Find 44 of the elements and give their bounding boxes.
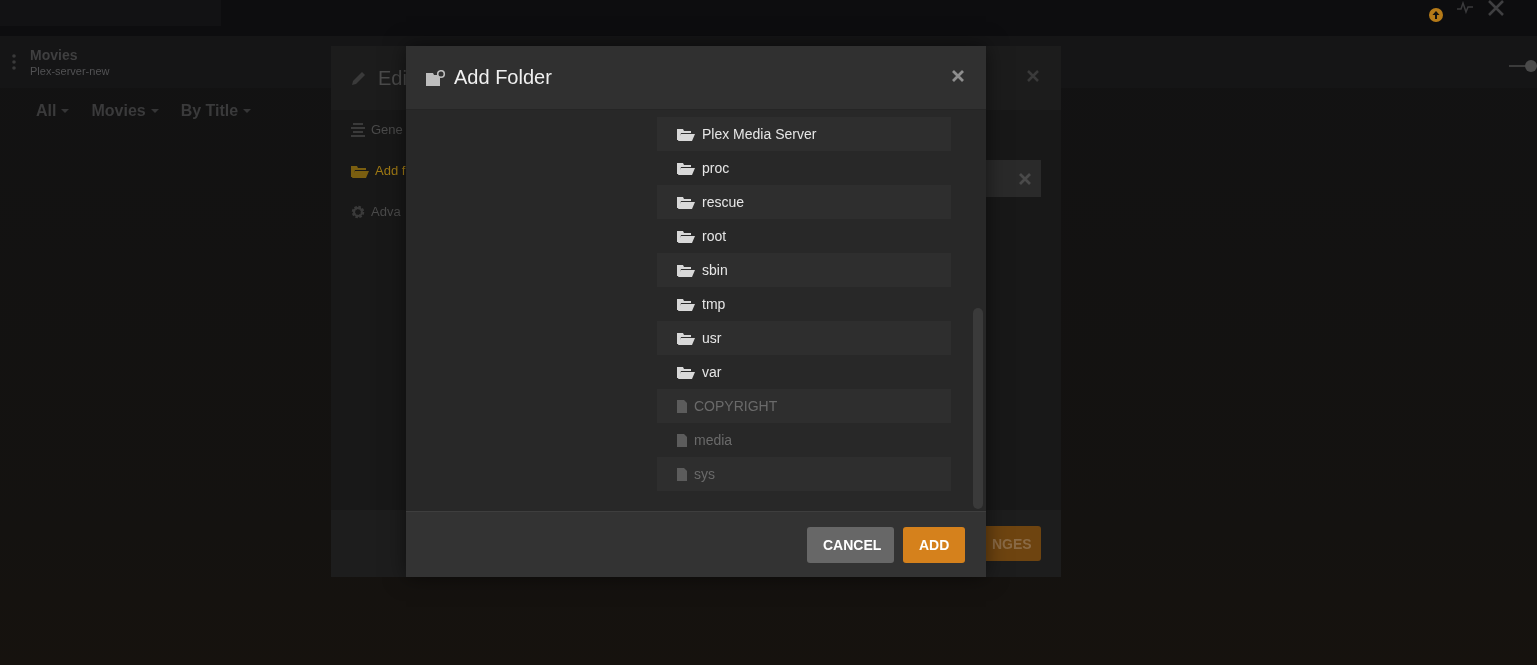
folder-icon [351,163,369,178]
folder-row[interactable]: rescue [657,185,951,219]
upload-icon[interactable] [1429,8,1443,22]
folder-row[interactable]: proc [657,151,951,185]
cancel-button[interactable]: CANCEL [807,526,894,563]
open-folder-icon [677,297,695,311]
activity-icon[interactable] [1457,0,1473,14]
folder-row[interactable]: usr [657,321,951,355]
folder-add-icon [426,69,446,86]
open-folder-icon [677,229,695,243]
folder-row[interactable]: Plex Media Server [657,117,951,151]
folder-row[interactable]: sbin [657,253,951,287]
close-button[interactable] [952,70,964,82]
file-row[interactable]: sys [657,457,951,491]
gear-icon [351,204,365,219]
file-icon [677,433,687,447]
open-folder-icon [677,263,695,277]
path-field[interactable] [986,160,1041,197]
folder-row[interactable]: var [657,355,951,389]
pencil-icon [350,69,368,87]
file-row[interactable]: COPYRIGHT [657,389,951,423]
more-icon[interactable] [12,54,16,70]
file-row[interactable]: media [657,423,951,457]
open-folder-icon [677,161,695,175]
server-name: Plex-server-new [30,65,110,77]
folder-row[interactable]: tmp [657,287,951,321]
open-folder-icon [677,195,695,209]
folder-row[interactable]: root [657,219,951,253]
open-folder-icon [677,365,695,379]
open-folder-icon [677,331,695,345]
close-icon[interactable] [1027,70,1039,82]
open-folder-icon [677,127,695,141]
add-button[interactable]: ADD [903,526,965,563]
sidebar-item[interactable]: Add f [351,163,406,178]
caret-icon [150,109,159,113]
size-slider[interactable] [1509,60,1537,72]
close-icon [952,70,964,82]
caret-icon [243,109,252,113]
caret-icon [61,109,70,113]
file-icon [677,399,687,413]
dialog-title: Add Folder [454,66,552,89]
file-icon [677,467,687,481]
list-icon [351,122,365,137]
clear-icon[interactable] [1019,172,1031,185]
